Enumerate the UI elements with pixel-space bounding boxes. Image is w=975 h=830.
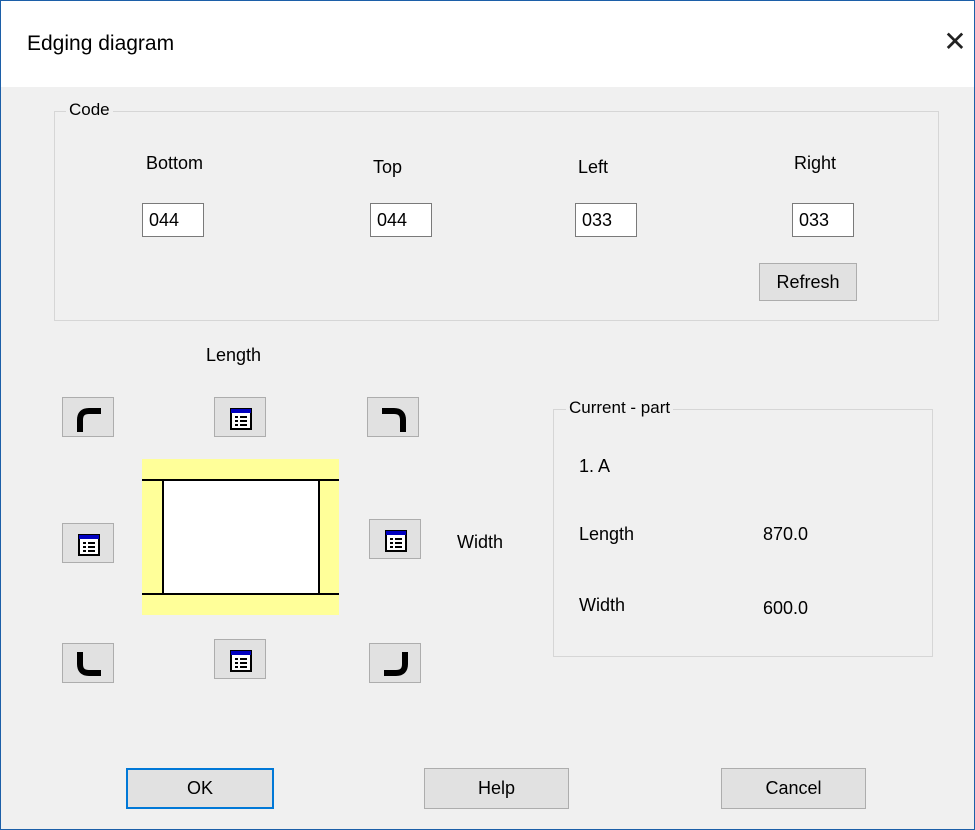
bottom-label: Bottom xyxy=(146,153,204,173)
bottom-code-input[interactable]: 044 xyxy=(142,203,204,237)
corner-top-right-icon xyxy=(382,408,406,432)
refresh-button[interactable]: Refresh xyxy=(759,263,857,301)
right-code-input[interactable]: 033 xyxy=(792,203,854,237)
length-top-edge-button[interactable] xyxy=(214,397,266,437)
list-window-icon xyxy=(230,650,252,672)
cancel-button[interactable]: Cancel xyxy=(721,768,866,809)
top-label: Top xyxy=(373,157,403,177)
right-label: Right xyxy=(794,153,837,173)
width-right-edge-button[interactable] xyxy=(369,519,421,559)
list-window-icon xyxy=(385,530,407,552)
length-label: Length xyxy=(206,345,262,365)
edging-preview xyxy=(142,459,339,615)
window-title: Edging diagram xyxy=(27,32,175,55)
part-width-value: 600.0 xyxy=(763,598,809,618)
width-left-edge-button[interactable] xyxy=(62,523,114,563)
title-bar: Edging diagram ✕ xyxy=(1,1,974,87)
part-length-value: 870.0 xyxy=(763,524,809,544)
corner-bottom-left-icon xyxy=(77,652,101,676)
length-bottom-edge-button[interactable] xyxy=(214,639,266,679)
ok-button[interactable]: OK xyxy=(126,768,274,809)
corner-top-right-button[interactable] xyxy=(367,397,419,437)
help-button[interactable]: Help xyxy=(424,768,569,809)
current-part-group-label: Current - part xyxy=(566,398,674,418)
corner-bottom-right-button[interactable] xyxy=(369,643,421,683)
width-label: Width xyxy=(457,532,504,552)
corner-bottom-left-button[interactable] xyxy=(62,643,114,683)
left-label: Left xyxy=(578,157,609,177)
close-icon[interactable]: ✕ xyxy=(941,25,969,59)
corner-top-left-icon xyxy=(77,408,101,432)
top-code-input[interactable]: 044 xyxy=(370,203,432,237)
corner-bottom-right-icon xyxy=(384,652,408,676)
part-length-label: Length xyxy=(579,524,635,544)
part-width-label: Width xyxy=(579,595,626,615)
list-window-icon xyxy=(230,408,252,430)
corner-top-left-button[interactable] xyxy=(62,397,114,437)
edging-preview-drawing xyxy=(142,479,339,595)
edging-diagram-dialog: Edging diagram ✕ Code Bottom 044 Top 044… xyxy=(0,0,975,830)
left-code-input[interactable]: 033 xyxy=(575,203,637,237)
part-name: 1. A xyxy=(579,456,611,476)
list-window-icon xyxy=(78,534,100,556)
code-group-label: Code xyxy=(66,100,113,120)
